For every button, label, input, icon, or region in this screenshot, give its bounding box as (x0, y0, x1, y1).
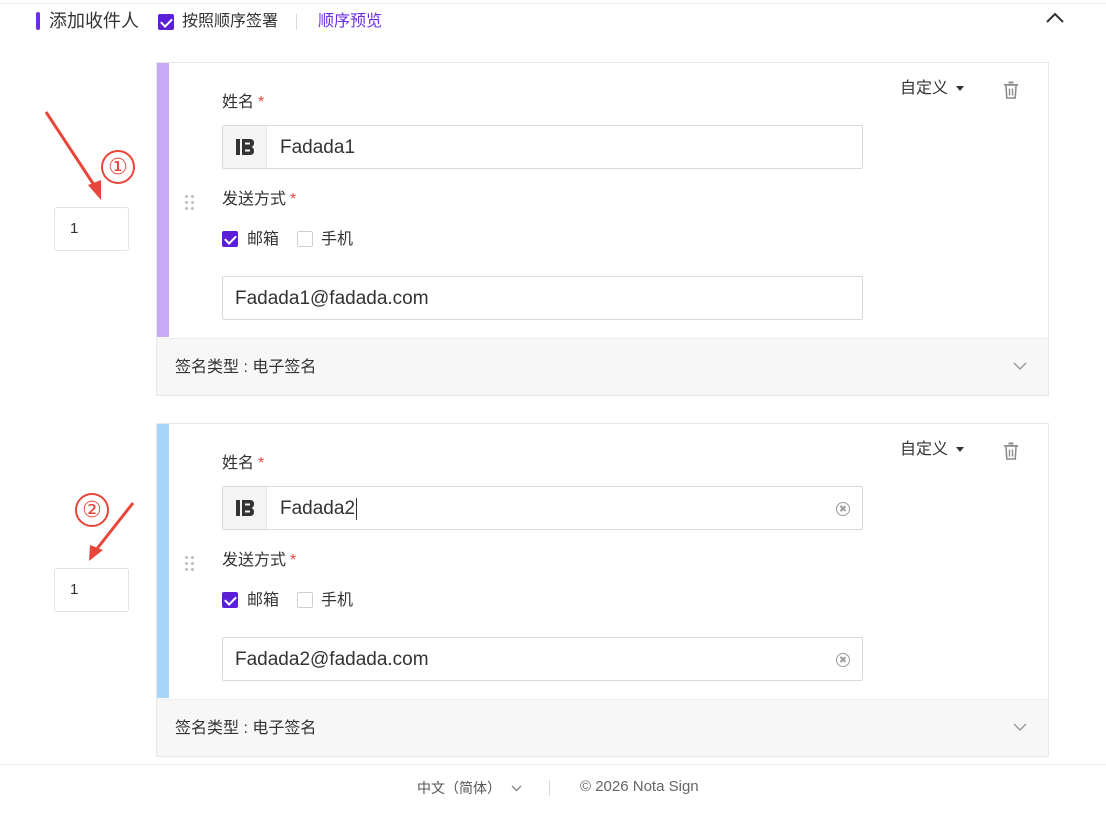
language-selector[interactable]: 中文（简体） (417, 779, 501, 797)
signature-type-label: 签名类型 : 电子签名 (175, 359, 317, 376)
footer-separator (549, 780, 550, 796)
sequential-signing-label[interactable]: 按照顺序签署 (182, 12, 278, 32)
signing-order-input-2[interactable]: 1 (54, 568, 129, 612)
email-input[interactable]: Fadada1@fadada.com (222, 276, 863, 320)
name-input[interactable]: Fadada1 (222, 125, 863, 169)
send-method-label: 发送方式 * (222, 552, 297, 569)
annotation-arrow-1 (44, 111, 98, 189)
name-value: Fadada2 (280, 498, 358, 520)
recipient-color-stripe (157, 63, 169, 337)
clear-input-icon[interactable] (836, 502, 850, 516)
custom-dropdown[interactable]: 自定义 (900, 79, 965, 99)
recipient-card-1: 姓名 * 自定义 Fadada1 发送方式 * 邮箱 手机 Fadada1@fada… (156, 62, 1049, 396)
email-option-label[interactable]: 邮箱 (247, 230, 279, 250)
collapse-chevron-up-icon[interactable] (1044, 10, 1066, 26)
send-method-label: 发送方式 * (222, 191, 297, 208)
email-value: Fadada2@fadada.com (235, 649, 429, 670)
annotation-arrowhead-2 (89, 545, 103, 561)
name-input[interactable]: Fadada2 (222, 486, 863, 530)
add-recipients-header: 添加收件人 按照顺序签署 顺序预览 (0, 0, 1106, 44)
name-value: Fadada1 (280, 137, 356, 158)
caret-down-icon (956, 447, 965, 453)
phone-option-label[interactable]: 手机 (321, 591, 353, 611)
annotation-marker-1: ① (101, 150, 135, 184)
clear-input-icon[interactable] (836, 653, 850, 667)
order-preview-link[interactable]: 顺序预览 (318, 12, 382, 32)
delete-trash-icon[interactable] (1003, 442, 1019, 460)
name-label: 姓名 * (222, 94, 265, 111)
custom-dropdown[interactable]: 自定义 (900, 440, 965, 460)
text-cursor (356, 498, 358, 520)
copyright-text: © 2026 Nota Sign (580, 778, 699, 795)
signature-type-bar[interactable]: 签名类型 : 电子签名 (157, 338, 1048, 395)
email-checkbox[interactable] (222, 592, 238, 608)
drag-handle-icon[interactable] (185, 556, 195, 572)
annotation-marker-2: ② (75, 493, 109, 527)
signature-type-label: 签名类型 : 电子签名 (175, 720, 317, 737)
phone-checkbox[interactable] (297, 592, 313, 608)
contacts-book-icon[interactable] (223, 126, 267, 168)
section-title: 添加收件人 (49, 11, 139, 31)
language-chevron-down-icon[interactable] (511, 784, 522, 792)
caret-down-icon (956, 86, 965, 92)
header-divider (296, 14, 297, 30)
email-value: Fadada1@fadada.com (235, 288, 429, 309)
phone-option-label[interactable]: 手机 (321, 230, 353, 250)
footer-divider (0, 764, 1106, 765)
chevron-down-icon[interactable] (1013, 722, 1027, 732)
name-label: 姓名 * (222, 455, 265, 472)
recipient-color-stripe (157, 424, 169, 698)
annotation-arrowhead-1 (88, 180, 101, 200)
recipient-card-2: 姓名 * 自定义 Fadada2 发送方式 * 邮箱 手机 Fadada2@fada… (156, 423, 1049, 757)
phone-checkbox[interactable] (297, 231, 313, 247)
sequential-signing-checkbox[interactable] (158, 14, 174, 30)
email-input[interactable]: Fadada2@fadada.com (222, 637, 863, 681)
drag-handle-icon[interactable] (185, 195, 195, 211)
annotation-arrows (44, 111, 135, 561)
contacts-book-icon[interactable] (223, 487, 267, 529)
chevron-down-icon[interactable] (1013, 361, 1027, 371)
signing-order-input-1[interactable]: 1 (54, 207, 129, 251)
email-checkbox[interactable] (222, 231, 238, 247)
delete-trash-icon[interactable] (1003, 81, 1019, 99)
email-option-label[interactable]: 邮箱 (247, 591, 279, 611)
section-accent-bar (36, 12, 40, 30)
signature-type-bar[interactable]: 签名类型 : 电子签名 (157, 699, 1048, 756)
